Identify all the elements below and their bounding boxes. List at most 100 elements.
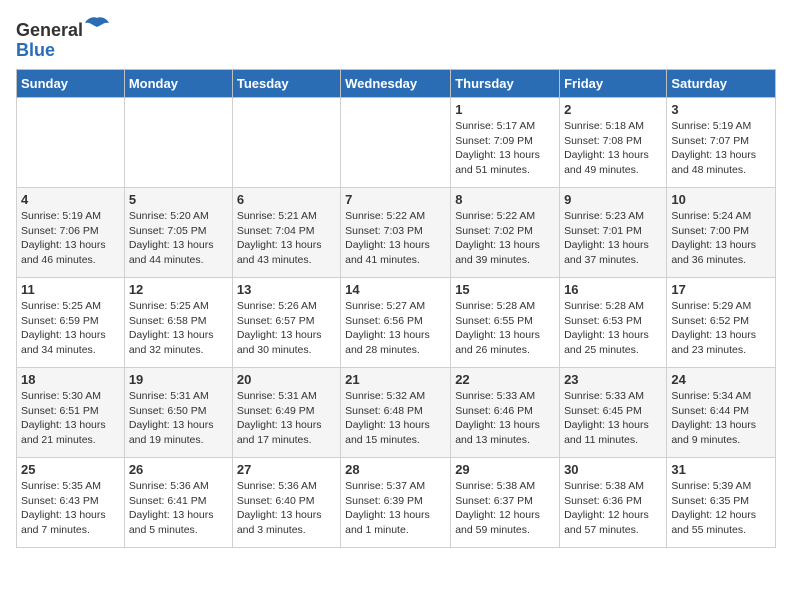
header-row: SundayMondayTuesdayWednesdayThursdayFrid… — [17, 70, 776, 98]
calendar-cell: 16Sunrise: 5:28 AM Sunset: 6:53 PM Dayli… — [560, 278, 667, 368]
day-number: 5 — [129, 192, 228, 207]
day-info: Sunrise: 5:35 AM Sunset: 6:43 PM Dayligh… — [21, 479, 120, 538]
day-number: 18 — [21, 372, 120, 387]
day-number: 21 — [345, 372, 446, 387]
day-info: Sunrise: 5:21 AM Sunset: 7:04 PM Dayligh… — [237, 209, 336, 268]
calendar-week-row: 18 Sunrise: 5:30 AM Sunset: 6:51 PM Dayli… — [17, 368, 776, 458]
day-number: 3 — [671, 102, 771, 117]
calendar-cell: 22 Sunrise: 5:33 AM Sunset: 6:46 PM Dayli… — [451, 368, 560, 458]
day-info: Sunrise: 5:37 AM Sunset: 6:39 PM Dayligh… — [345, 479, 446, 538]
weekday-header-saturday: Saturday — [667, 70, 776, 98]
day-info: Sunrise: 5:27 AM Sunset: 6:56 PM Dayligh… — [345, 299, 446, 358]
calendar-cell: 21 Sunrise: 5:32 AM Sunset: 6:48 PM Dayli… — [341, 368, 451, 458]
day-info: Sunrise: 5:26 AM Sunset: 6:57 PM Dayligh… — [237, 299, 336, 358]
day-info: Sunrise: 5:36 AM Sunset: 6:40 PM Dayligh… — [237, 479, 336, 538]
calendar-week-row: 11Sunrise: 5:25 AM Sunset: 6:59 PM Dayli… — [17, 278, 776, 368]
day-number: 26 — [129, 462, 228, 477]
calendar-cell: 3 Sunrise: 5:19 AM Sunset: 7:07 PM Daylig… — [667, 98, 776, 188]
day-info: Sunrise: 5:19 AM Sunset: 7:06 PM Dayligh… — [21, 209, 120, 268]
calendar-week-row: 1 Sunrise: 5:17 AM Sunset: 7:09 PM Daylig… — [17, 98, 776, 188]
day-number: 14 — [345, 282, 446, 297]
calendar-cell — [17, 98, 125, 188]
calendar-cell — [124, 98, 232, 188]
calendar-cell: 30Sunrise: 5:38 AM Sunset: 6:36 PM Dayli… — [560, 458, 667, 548]
calendar-cell: 18 Sunrise: 5:30 AM Sunset: 6:51 PM Dayli… — [17, 368, 125, 458]
weekday-header-sunday: Sunday — [17, 70, 125, 98]
day-info: Sunrise: 5:38 AM Sunset: 6:37 PM Dayligh… — [455, 479, 555, 538]
calendar-cell: 29 Sunrise: 5:38 AM Sunset: 6:37 PM Dayli… — [451, 458, 560, 548]
calendar-cell: 12 Sunrise: 5:25 AM Sunset: 6:58 PM Dayli… — [124, 278, 232, 368]
calendar-cell: 27Sunrise: 5:36 AM Sunset: 6:40 PM Dayli… — [232, 458, 340, 548]
logo-general-text: General — [16, 20, 83, 41]
day-info: Sunrise: 5:33 AM Sunset: 6:45 PM Dayligh… — [564, 389, 662, 448]
day-info: Sunrise: 5:19 AM Sunset: 7:07 PM Dayligh… — [671, 119, 771, 178]
day-number: 10 — [671, 192, 771, 207]
calendar-cell: 4 Sunrise: 5:19 AM Sunset: 7:06 PM Daylig… — [17, 188, 125, 278]
calendar-week-row: 25Sunrise: 5:35 AM Sunset: 6:43 PM Dayli… — [17, 458, 776, 548]
day-info: Sunrise: 5:32 AM Sunset: 6:48 PM Dayligh… — [345, 389, 446, 448]
calendar-cell: 13 Sunrise: 5:26 AM Sunset: 6:57 PM Dayli… — [232, 278, 340, 368]
day-info: Sunrise: 5:22 AM Sunset: 7:03 PM Dayligh… — [345, 209, 446, 268]
day-info: Sunrise: 5:30 AM Sunset: 6:51 PM Dayligh… — [21, 389, 120, 448]
calendar-cell: 15 Sunrise: 5:28 AM Sunset: 6:55 PM Dayli… — [451, 278, 560, 368]
day-number: 15 — [455, 282, 555, 297]
weekday-header-wednesday: Wednesday — [341, 70, 451, 98]
day-number: 13 — [237, 282, 336, 297]
calendar-cell: 9 Sunrise: 5:23 AM Sunset: 7:01 PM Daylig… — [560, 188, 667, 278]
logo: General Blue — [16, 16, 109, 61]
calendar-cell: 19 Sunrise: 5:31 AM Sunset: 6:50 PM Dayli… — [124, 368, 232, 458]
day-number: 24 — [671, 372, 771, 387]
day-number: 19 — [129, 372, 228, 387]
day-number: 12 — [129, 282, 228, 297]
day-number: 22 — [455, 372, 555, 387]
day-info: Sunrise: 5:23 AM Sunset: 7:01 PM Dayligh… — [564, 209, 662, 268]
day-info: Sunrise: 5:34 AM Sunset: 6:44 PM Dayligh… — [671, 389, 771, 448]
weekday-header-friday: Friday — [560, 70, 667, 98]
day-number: 29 — [455, 462, 555, 477]
day-number: 4 — [21, 192, 120, 207]
day-number: 17 — [671, 282, 771, 297]
day-info: Sunrise: 5:18 AM Sunset: 7:08 PM Dayligh… — [564, 119, 662, 178]
calendar-body: 1 Sunrise: 5:17 AM Sunset: 7:09 PM Daylig… — [17, 98, 776, 548]
day-number: 6 — [237, 192, 336, 207]
day-info: Sunrise: 5:31 AM Sunset: 6:50 PM Dayligh… — [129, 389, 228, 448]
day-number: 11 — [21, 282, 120, 297]
day-number: 31 — [671, 462, 771, 477]
calendar-cell — [232, 98, 340, 188]
calendar-cell: 11Sunrise: 5:25 AM Sunset: 6:59 PM Dayli… — [17, 278, 125, 368]
weekday-header-tuesday: Tuesday — [232, 70, 340, 98]
day-number: 30 — [564, 462, 662, 477]
day-number: 8 — [455, 192, 555, 207]
day-info: Sunrise: 5:17 AM Sunset: 7:09 PM Dayligh… — [455, 119, 555, 178]
calendar-cell: 25Sunrise: 5:35 AM Sunset: 6:43 PM Dayli… — [17, 458, 125, 548]
calendar-cell: 10 Sunrise: 5:24 AM Sunset: 7:00 PM Dayli… — [667, 188, 776, 278]
calendar-cell: 2Sunrise: 5:18 AM Sunset: 7:08 PM Daylig… — [560, 98, 667, 188]
day-info: Sunrise: 5:25 AM Sunset: 6:58 PM Dayligh… — [129, 299, 228, 358]
calendar-cell: 14 Sunrise: 5:27 AM Sunset: 6:56 PM Dayli… — [341, 278, 451, 368]
page-header: General Blue — [16, 16, 776, 61]
calendar-cell: 23 Sunrise: 5:33 AM Sunset: 6:45 PM Dayli… — [560, 368, 667, 458]
day-info: Sunrise: 5:33 AM Sunset: 6:46 PM Dayligh… — [455, 389, 555, 448]
day-info: Sunrise: 5:36 AM Sunset: 6:41 PM Dayligh… — [129, 479, 228, 538]
day-number: 1 — [455, 102, 555, 117]
day-number: 7 — [345, 192, 446, 207]
calendar-cell: 5 Sunrise: 5:20 AM Sunset: 7:05 PM Daylig… — [124, 188, 232, 278]
day-number: 9 — [564, 192, 662, 207]
calendar-cell: 28 Sunrise: 5:37 AM Sunset: 6:39 PM Dayli… — [341, 458, 451, 548]
day-number: 16 — [564, 282, 662, 297]
day-info: Sunrise: 5:39 AM Sunset: 6:35 PM Dayligh… — [671, 479, 771, 538]
day-info: Sunrise: 5:29 AM Sunset: 6:52 PM Dayligh… — [671, 299, 771, 358]
calendar-cell: 17 Sunrise: 5:29 AM Sunset: 6:52 PM Dayli… — [667, 278, 776, 368]
day-number: 23 — [564, 372, 662, 387]
weekday-header-monday: Monday — [124, 70, 232, 98]
day-info: Sunrise: 5:20 AM Sunset: 7:05 PM Dayligh… — [129, 209, 228, 268]
calendar-cell: 26 Sunrise: 5:36 AM Sunset: 6:41 PM Dayli… — [124, 458, 232, 548]
day-info: Sunrise: 5:28 AM Sunset: 6:55 PM Dayligh… — [455, 299, 555, 358]
calendar-cell: 20Sunrise: 5:31 AM Sunset: 6:49 PM Dayli… — [232, 368, 340, 458]
calendar-cell: 8Sunrise: 5:22 AM Sunset: 7:02 PM Daylig… — [451, 188, 560, 278]
calendar-table: SundayMondayTuesdayWednesdayThursdayFrid… — [16, 69, 776, 548]
day-info: Sunrise: 5:24 AM Sunset: 7:00 PM Dayligh… — [671, 209, 771, 268]
logo-bird-icon — [85, 16, 109, 36]
day-number: 28 — [345, 462, 446, 477]
calendar-cell: 6 Sunrise: 5:21 AM Sunset: 7:04 PM Daylig… — [232, 188, 340, 278]
